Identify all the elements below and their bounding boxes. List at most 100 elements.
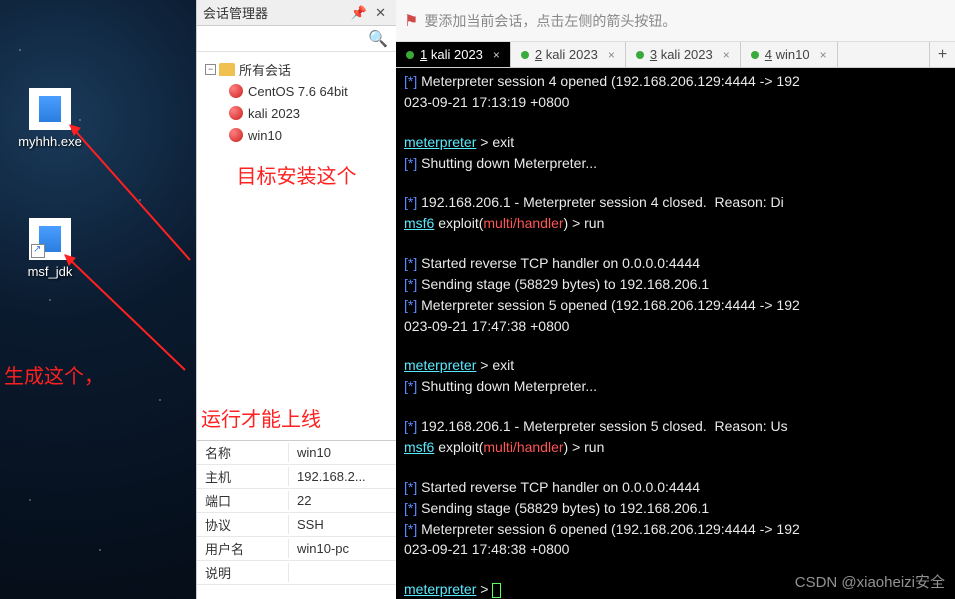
term-text: Sending stage (58829 bytes) to 192.168.2…	[417, 276, 709, 292]
tab-close-icon[interactable]: ×	[820, 48, 827, 62]
folder-icon	[219, 63, 235, 76]
term-text: 023-09-21 17:48:38 +0800	[404, 541, 569, 557]
term-text: > exit	[476, 134, 514, 150]
term-text: Meterpreter session 4 opened (192.168.20…	[417, 73, 800, 89]
prop-row: 用户名win10-pc	[197, 537, 396, 561]
tab-win10[interactable]: 4 win10 ×	[741, 42, 838, 67]
prop-row: 名称win10	[197, 441, 396, 465]
session-properties: 名称win10 主机192.168.2... 端口22 协议SSH 用户名win…	[197, 440, 396, 585]
session-manager: 会话管理器 📌 ✕ 🔍 − 所有会话 CentOS 7.6 64bit kali…	[196, 0, 396, 599]
annotation-generate: 生成这个，	[4, 360, 104, 389]
term-marker: [*]	[404, 521, 417, 537]
tab-kali-3[interactable]: 3 kali 2023 ×	[626, 42, 741, 67]
term-marker: [*]	[404, 479, 417, 495]
term-text: Sending stage (58829 bytes) to 192.168.2…	[417, 500, 709, 516]
flag-icon: ⚑	[404, 11, 418, 31]
term-marker: [*]	[404, 255, 417, 271]
term-text: multi/handler	[483, 439, 563, 455]
term-text: exploit(	[434, 439, 483, 455]
annotation-run: 运行才能上线	[197, 395, 396, 440]
tree-item[interactable]: CentOS 7.6 64bit	[201, 80, 392, 102]
tab-label: kali 2023	[661, 47, 713, 62]
tree-label: CentOS 7.6 64bit	[248, 84, 348, 99]
term-text: 192.168.206.1 - Meterpreter session 5 cl…	[417, 418, 787, 434]
session-icon	[229, 84, 243, 98]
prop-row: 主机192.168.2...	[197, 465, 396, 489]
close-icon[interactable]: ✕	[371, 5, 390, 21]
status-dot-icon	[636, 51, 644, 59]
session-icon	[229, 128, 243, 142]
status-dot-icon	[751, 51, 759, 59]
prop-key: 说明	[197, 563, 289, 582]
prop-key: 用户名	[197, 539, 289, 558]
tab-label: win10	[776, 47, 810, 62]
prop-val: SSH	[289, 517, 324, 532]
tree-root[interactable]: − 所有会话	[201, 58, 392, 80]
prop-val: win10	[289, 445, 331, 460]
tab-label: kali 2023	[431, 47, 483, 62]
status-dot-icon	[521, 51, 529, 59]
prop-val: 192.168.2...	[289, 469, 366, 484]
desktop[interactable]: myhhh.exe msf_jdk 生成这个，	[0, 0, 196, 599]
tree-item[interactable]: kali 2023	[201, 102, 392, 124]
add-tab-button[interactable]: +	[929, 42, 955, 67]
terminal[interactable]: [*] Meterpreter session 4 opened (192.16…	[396, 68, 955, 599]
term-marker: [*]	[404, 73, 417, 89]
tree-label: kali 2023	[248, 106, 300, 121]
term-text: >	[476, 581, 492, 597]
tab-kali-2[interactable]: 2 kali 2023 ×	[511, 42, 626, 67]
session-manager-header: 会话管理器 📌 ✕	[197, 0, 396, 26]
tab-close-icon[interactable]: ×	[608, 48, 615, 62]
hint-bar: ⚑ 要添加当前会话，点击左侧的箭头按钮。	[396, 0, 955, 42]
term-marker: [*]	[404, 194, 417, 210]
term-marker: [*]	[404, 418, 417, 434]
term-text: Shutting down Meterpreter...	[417, 155, 597, 171]
search-bar[interactable]: 🔍	[197, 26, 396, 52]
tree-label: 所有会话	[239, 60, 291, 79]
term-prompt: meterpreter	[404, 581, 476, 597]
tab-number: 4	[765, 47, 772, 62]
term-text: 023-09-21 17:47:38 +0800	[404, 318, 569, 334]
annotation-target: 目标安装这个	[197, 152, 396, 197]
term-marker: [*]	[404, 155, 417, 171]
session-tree: − 所有会话 CentOS 7.6 64bit kali 2023 win10	[197, 52, 396, 152]
term-prompt: msf6	[404, 439, 434, 455]
term-text: 023-09-21 17:13:19 +0800	[404, 94, 569, 110]
term-text: ) > run	[564, 215, 605, 231]
prop-row: 端口22	[197, 489, 396, 513]
terminal-tabs: 1 kali 2023 × 2 kali 2023 × 3 kali 2023 …	[396, 42, 955, 68]
tab-number: 1	[420, 47, 427, 62]
tab-close-icon[interactable]: ×	[723, 48, 730, 62]
panel-title: 会话管理器	[203, 3, 268, 22]
cursor-icon	[492, 583, 501, 598]
tab-close-icon[interactable]: ×	[493, 48, 500, 62]
term-text: 192.168.206.1 - Meterpreter session 4 cl…	[417, 194, 784, 210]
term-text: Started reverse TCP handler on 0.0.0.0:4…	[417, 255, 700, 271]
term-text: Meterpreter session 6 opened (192.168.20…	[417, 521, 800, 537]
search-icon: 🔍	[368, 29, 388, 49]
term-marker: [*]	[404, 276, 417, 292]
term-prompt: meterpreter	[404, 134, 476, 150]
tree-item[interactable]: win10	[201, 124, 392, 146]
prop-row: 说明	[197, 561, 396, 585]
tree-label: win10	[248, 128, 282, 143]
pin-icon[interactable]: 📌	[347, 5, 371, 21]
prop-key: 端口	[197, 491, 289, 510]
shortcut-arrow-icon	[31, 244, 45, 258]
hint-text: 要添加当前会话，点击左侧的箭头按钮。	[424, 11, 676, 31]
session-icon	[229, 106, 243, 120]
tab-number: 3	[650, 47, 657, 62]
term-marker: [*]	[404, 378, 417, 394]
term-text: ) > run	[564, 439, 605, 455]
collapse-icon[interactable]: −	[205, 64, 216, 75]
term-text: multi/handler	[483, 215, 563, 231]
tab-kali-1[interactable]: 1 kali 2023 ×	[396, 42, 511, 67]
annotation-arrow	[60, 120, 200, 270]
tab-label: kali 2023	[546, 47, 598, 62]
prop-row: 协议SSH	[197, 513, 396, 537]
term-text: > exit	[476, 357, 514, 373]
prop-val: win10-pc	[289, 541, 349, 556]
tab-number: 2	[535, 47, 542, 62]
term-text: Shutting down Meterpreter...	[417, 378, 597, 394]
term-prompt: msf6	[404, 215, 434, 231]
